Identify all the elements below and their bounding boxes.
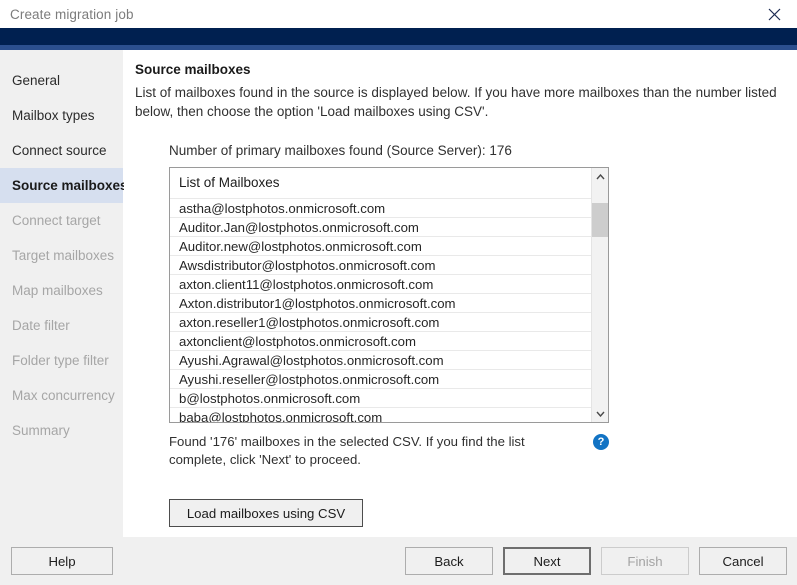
sidebar-item-general[interactable]: General xyxy=(0,63,123,98)
window-title: Create migration job xyxy=(10,6,134,22)
cancel-button[interactable]: Cancel xyxy=(699,547,787,575)
list-item[interactable]: Auditor.new@lostphotos.onmicrosoft.com xyxy=(170,236,591,255)
sidebar-item-mailbox-types[interactable]: Mailbox types xyxy=(0,98,123,133)
next-button[interactable]: Next xyxy=(503,547,591,575)
mailbox-list-column: List of Mailboxes astha@lostphotos.onmic… xyxy=(170,168,591,422)
sidebar-item-date-filter: Date filter xyxy=(12,318,70,333)
chevron-down-icon xyxy=(595,411,605,417)
chevron-up-icon xyxy=(595,173,605,179)
step-content: Source mailboxes List of mailboxes found… xyxy=(124,50,797,537)
list-item[interactable]: Ayushi.reseller@lostphotos.onmicrosoft.c… xyxy=(170,369,591,388)
found-note-row: Found '176' mailboxes in the selected CS… xyxy=(169,433,609,469)
dialog-footer: Help Back Next Finish Cancel xyxy=(0,537,797,585)
list-item[interactable]: axton.reseller1@lostphotos.onmicrosoft.c… xyxy=(170,312,591,331)
scrollbar-thumb[interactable] xyxy=(592,203,608,237)
help-info-icon[interactable]: ? xyxy=(593,434,609,450)
page-description: List of mailboxes found in the source is… xyxy=(135,85,777,119)
back-button[interactable]: Back xyxy=(405,547,493,575)
sidebar-item-connect-source[interactable]: Connect source xyxy=(0,133,123,168)
list-item[interactable]: b@lostphotos.onmicrosoft.com xyxy=(170,388,591,407)
sidebar-item-folder-type-filter: Folder type filter xyxy=(12,353,109,368)
sidebar-item-max-concurrency: Max concurrency xyxy=(12,388,115,403)
list-item[interactable]: Awsdistributor@lostphotos.onmicrosoft.co… xyxy=(170,255,591,274)
footer-button-group: Back Next Finish Cancel xyxy=(405,547,787,575)
scrollbar-track[interactable] xyxy=(592,185,608,405)
wizard-step-sidebar: General Mailbox types Connect source Sou… xyxy=(0,50,128,537)
list-item[interactable]: Ayushi.Agrawal@lostphotos.onmicrosoft.co… xyxy=(170,350,591,369)
list-item[interactable]: Auditor.Jan@lostphotos.onmicrosoft.com xyxy=(170,217,591,236)
create-migration-job-dialog: Create migration job General Mailbox typ… xyxy=(0,0,797,585)
dialog-body: General Mailbox types Connect source Sou… xyxy=(0,50,797,537)
scroll-down-button[interactable] xyxy=(592,405,608,422)
list-item[interactable]: axton.client11@lostphotos.onmicrosoft.co… xyxy=(170,274,591,293)
sidebar-item-connect-target: Connect target xyxy=(12,213,101,228)
found-note-text: Found '176' mailboxes in the selected CS… xyxy=(169,434,525,467)
title-bar: Create migration job xyxy=(0,0,797,28)
mailbox-list-scrollbar[interactable] xyxy=(591,168,608,422)
list-item[interactable]: baba@lostphotos.onmicrosoft.com xyxy=(170,407,591,422)
list-item[interactable]: axtonclient@lostphotos.onmicrosoft.com xyxy=(170,331,591,350)
close-icon xyxy=(768,8,780,20)
page-title: Source mailboxes xyxy=(135,62,251,77)
help-button[interactable]: Help xyxy=(11,547,113,575)
sidebar-item-map-mailboxes: Map mailboxes xyxy=(12,283,103,298)
sidebar-item-target-mailboxes: Target mailboxes xyxy=(12,248,115,263)
close-button[interactable] xyxy=(751,0,797,28)
list-header-label: List of Mailboxes xyxy=(170,168,591,198)
accent-band-dark xyxy=(0,28,797,45)
scroll-up-button[interactable] xyxy=(592,168,608,185)
sidebar-item-summary: Summary xyxy=(12,423,70,438)
list-item[interactable]: astha@lostphotos.onmicrosoft.com xyxy=(170,198,591,217)
load-mailboxes-csv-button[interactable]: Load mailboxes using CSV xyxy=(169,499,363,527)
sidebar-item-source-mailboxes[interactable]: Source mailboxes xyxy=(0,168,128,203)
list-item[interactable]: Axton.distributor1@lostphotos.onmicrosof… xyxy=(170,293,591,312)
mailbox-listbox[interactable]: List of Mailboxes astha@lostphotos.onmic… xyxy=(169,167,609,423)
finish-button: Finish xyxy=(601,547,689,575)
mailbox-count-label: Number of primary mailboxes found (Sourc… xyxy=(169,143,512,158)
